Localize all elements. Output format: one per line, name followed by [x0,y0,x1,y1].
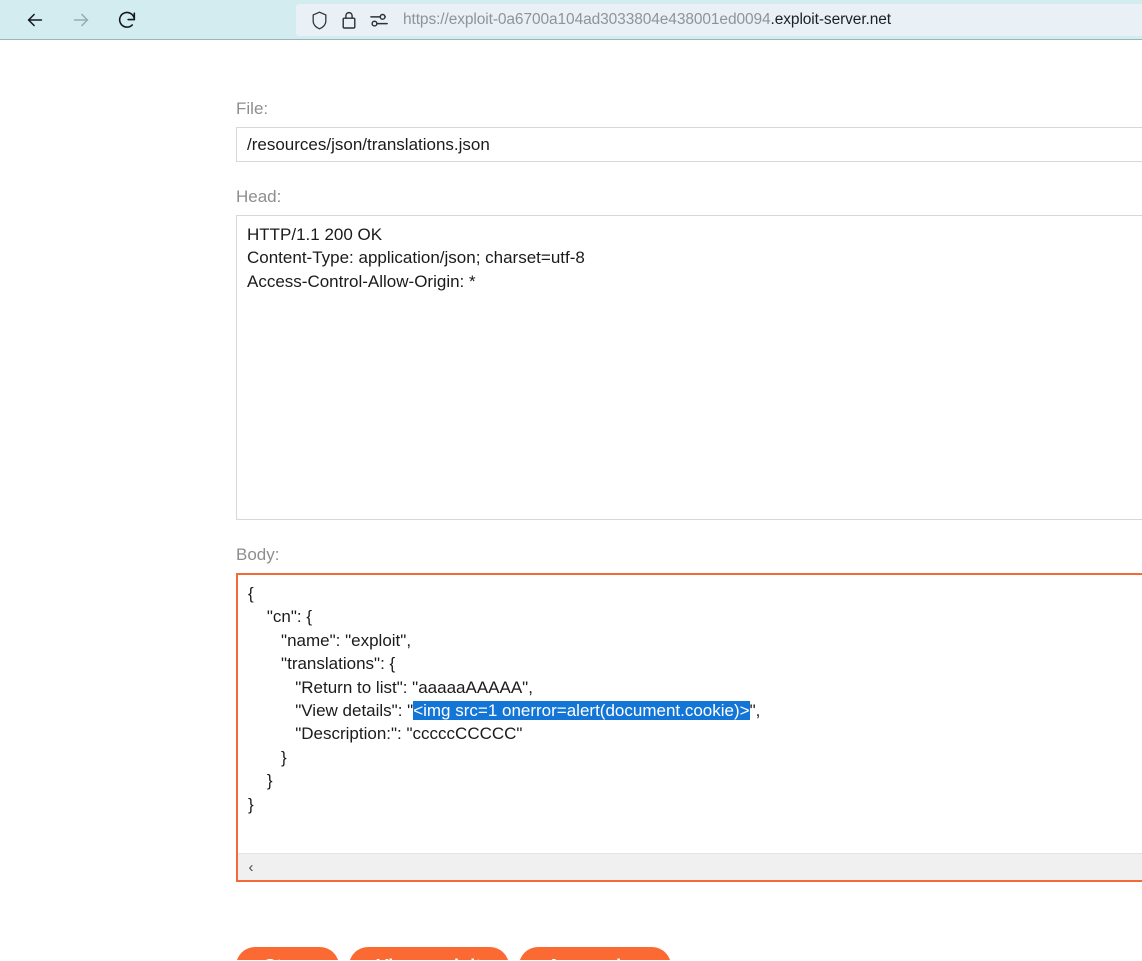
body-textarea[interactable]: { "cn": { "name": "exploit", "translatio… [238,575,1142,853]
reload-icon [116,9,138,31]
reload-button[interactable] [110,3,144,37]
head-label: Head: [236,162,1142,205]
lock-icon[interactable] [341,10,357,30]
url-text: https://exploit-0a6700a104ad3033804e4380… [403,11,891,29]
body-textarea-wrapper: { "cn": { "name": "exploit", "translatio… [236,573,1142,882]
exploit-form: File: Head: HTTP/1.1 200 OK Content-Type… [236,40,1142,882]
body-label: Body: [236,520,1142,563]
browser-toolbar: https://exploit-0a6700a104ad3033804e4380… [0,0,1142,40]
permissions-icon[interactable] [369,11,389,29]
forward-button[interactable] [64,3,98,37]
action-button-row: Store View exploit Access log [236,947,671,960]
body-horizontal-scrollbar[interactable]: ‹ [238,853,1142,880]
exploit-server-page: File: Head: HTTP/1.1 200 OK Content-Type… [0,40,1142,960]
url-host: .exploit-server.net [771,11,891,28]
scroll-left-arrow-icon[interactable]: ‹ [238,854,264,880]
body-text-before-selection: { "cn": { "name": "exploit", "translatio… [248,584,533,720]
access-log-button[interactable]: Access log [519,947,671,960]
back-arrow-icon [24,9,46,31]
file-input[interactable] [236,127,1142,162]
store-button[interactable]: Store [236,947,339,960]
shield-icon[interactable] [310,10,329,31]
file-label: File: [236,40,1142,117]
address-bar[interactable]: https://exploit-0a6700a104ad3033804e4380… [296,4,1142,36]
view-exploit-button[interactable]: View exploit [349,947,510,960]
selected-xss-payload[interactable]: <img src=1 onerror=alert(document.cookie… [413,701,749,720]
url-prefix: https://exploit-0a6700a104ad3033804e4380… [403,11,771,28]
back-button[interactable] [18,3,52,37]
head-textarea[interactable]: HTTP/1.1 200 OK Content-Type: applicatio… [236,215,1142,520]
forward-arrow-icon [70,9,92,31]
